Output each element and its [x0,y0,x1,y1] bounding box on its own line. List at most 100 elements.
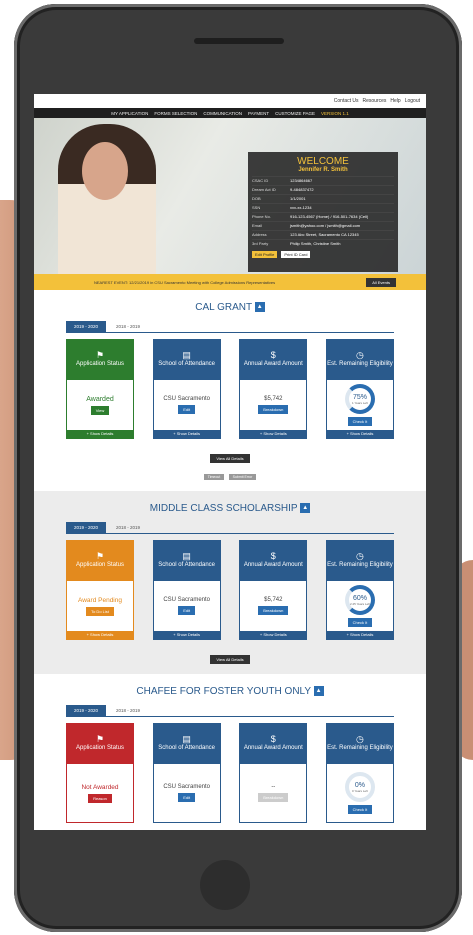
card-row: ⚑ Application Status Not Awarded Reason ▤ S… [66,723,394,823]
application-status-card: ⚑ Application Status Not Awarded Reason [66,723,134,823]
breakdown-button[interactable]: Breakdown [258,606,289,615]
collapse-icon[interactable]: ▲ [254,302,265,313]
application-status-card: ⚑ Application Status Award Pending To Do L… [66,540,134,640]
logout-link[interactable]: Logout [405,98,420,104]
info-row: DOB 1/1/2001 [252,194,394,203]
collapse-icon[interactable]: ▲ [300,503,311,514]
breakdown-button[interactable]: Breakdown [258,793,289,802]
cal-grant-section: CAL GRANT ▲ 2019 - 2020 2018 - 2019 ⚑ App… [34,290,426,491]
card-row: ⚑ Application Status Awarded View + Show D… [66,339,394,439]
section-title: CHAFEE FOR FOSTER YOUTH ONLY ▲ [66,686,394,697]
status-value: Not Awarded [81,783,119,791]
show-details-link[interactable]: + Show Details [67,631,133,639]
clock-icon: ◷ [356,551,364,561]
clock-icon: ◷ [356,350,364,360]
breakdown-button[interactable]: Breakdown [258,405,289,414]
dollar-icon: $ [270,551,276,561]
school-card: ▤ School of Attendance CSU Sacramento Edit… [152,339,221,439]
hero-banner: WELCOME Jennifer R. Smith CSAC ID 1234864… [34,118,426,274]
school-card: ▤ School of Attendance CSU Sacramento Edit [152,723,221,823]
nav-communication[interactable]: COMMUNICATION [203,111,242,116]
show-details-link[interactable]: + Show Details [240,631,307,639]
show-details-link[interactable]: + Show Details [326,631,393,639]
amount-value: -- [271,784,276,790]
event-bar: NEAREST EVENT: 12/21/2019 in CSU Sacrame… [34,274,426,290]
info-row: 3rd Party Philip Smith, Christine Smith [252,239,394,248]
edit-button[interactable]: Edit [178,793,196,802]
show-details-link[interactable]: + Show Details [153,631,220,639]
submit-error-button[interactable]: Submit Error [228,474,257,480]
eligibility-ring: 0% 0 Years Left [344,772,375,802]
view-all-details-button[interactable]: View All Details [210,655,250,664]
edit-button[interactable]: Edit [178,606,196,615]
school-card: ▤ School of Attendance CSU Sacramento Edit… [152,540,221,640]
user-name: Jennifer R. Smith [298,167,348,173]
eligibility-ring: 75% 1 Years Left [344,384,375,414]
info-row: Address 123 Abc Street, Sacramento CA 123… [252,230,394,239]
phone-screen: Contact Us Resources Help Logout MY APPL… [34,94,426,830]
check-it-button[interactable]: Check It [347,618,373,627]
year-tabs: 2019 - 2020 2018 - 2019 [66,522,394,534]
nav-my-application[interactable]: MY APPLICATION [111,111,148,116]
tab-2018-2019[interactable]: 2018 - 2019 [108,321,148,332]
view-button[interactable]: View [90,405,110,415]
eligibility-card: ◷ Est. Remaining Eligibility 60% 2.25 Year… [325,540,394,640]
year-tabs: 2019 - 2020 2018 - 2019 [66,705,394,717]
flag-icon: ⚑ [95,350,105,360]
event-text: NEAREST EVENT: 12/21/2019 in CSU Sacrame… [94,279,276,285]
reason-button[interactable]: Reason [88,793,112,803]
section-title: CAL GRANT ▲ [66,302,394,313]
nav-payment[interactable]: PAYMENT [248,111,269,116]
eligibility-card: ◷ Est. Remaining Eligibility 0% 0 Years Le… [325,723,394,823]
tab-2019-2020[interactable]: 2019 - 2020 [66,522,107,533]
contact-link[interactable]: Contact Us [334,98,359,104]
info-row: Dream Act ID 9-484837472 [252,185,394,194]
edit-button[interactable]: Edit [178,405,196,414]
check-it-button[interactable]: Check It [347,805,373,814]
dollar-icon: $ [270,734,276,744]
edit-profile-button[interactable]: Edit Profile [252,251,278,258]
application-status-card: ⚑ Application Status Awarded View + Show D… [66,339,134,439]
award-amount-card: $ Annual Award Amount $5,742 Breakdown + S… [239,339,308,439]
middle-class-section: MIDDLE CLASS SCHOLARSHIP ▲ 2019 - 2020 2… [34,491,426,674]
show-details-link[interactable]: + Show Details [153,430,220,438]
resources-link[interactable]: Resources [363,98,387,104]
award-amount-card: $ Annual Award Amount -- Breakdown [239,723,308,823]
tab-2019-2020[interactable]: 2019 - 2020 [66,705,107,716]
school-name: CSU Sacramento [163,784,210,790]
info-row: Email jsmith@yahoo.com / jsmith@gmail.com [252,221,394,230]
nav-forms-selection[interactable]: FORMS SELECTION [154,111,197,116]
view-all-details-button[interactable]: View All Details [210,454,250,463]
phone-home-area [200,860,250,910]
section-title: MIDDLE CLASS SCHOLARSHIP ▲ [66,503,394,514]
status-value: Award Pending [78,596,122,604]
eligibility-ring: 60% 2.25 Years Left [344,585,375,615]
tab-2018-2019[interactable]: 2018 - 2019 [108,705,148,716]
collapse-icon[interactable]: ▲ [313,686,324,697]
book-icon: ▤ [182,551,191,561]
nav-customize-page[interactable]: CUSTOMIZE PAGE [275,111,315,116]
show-details-link[interactable]: + Show Details [326,430,393,438]
timeout-button[interactable]: Timeout [203,474,225,480]
amount-value: $5,742 [264,396,283,402]
school-name: CSU Sacramento [163,597,210,603]
check-it-button[interactable]: Check It [347,417,373,426]
todo-button[interactable]: To Do List [86,606,114,616]
eligibility-card: ◷ Est. Remaining Eligibility 75% 1 Years L… [325,339,394,439]
info-row: SSN xxx-xx-1234 [252,203,394,212]
tab-2019-2020[interactable]: 2019 - 2020 [66,321,107,332]
all-events-button[interactable]: All Events [366,277,396,287]
info-row: Phone No. 916-123-4567 (Home) / 916-501-7… [252,212,394,221]
show-details-link[interactable]: + Show Details [67,430,133,438]
help-link[interactable]: Help [390,98,400,104]
flag-icon: ⚑ [95,734,105,744]
flag-icon: ⚑ [95,551,105,561]
card-row: ⚑ Application Status Award Pending To Do L… [66,540,394,640]
school-name: CSU Sacramento [163,396,210,402]
year-tabs: 2019 - 2020 2018 - 2019 [66,321,394,333]
info-row: CSAC ID 1234864667 [252,176,394,185]
show-details-link[interactable]: + Show Details [240,430,307,438]
print-id-button[interactable]: Print ID Card [281,251,311,258]
tab-2018-2019[interactable]: 2018 - 2019 [108,522,148,533]
nav-version[interactable]: VERSION 1.1 [321,111,349,116]
